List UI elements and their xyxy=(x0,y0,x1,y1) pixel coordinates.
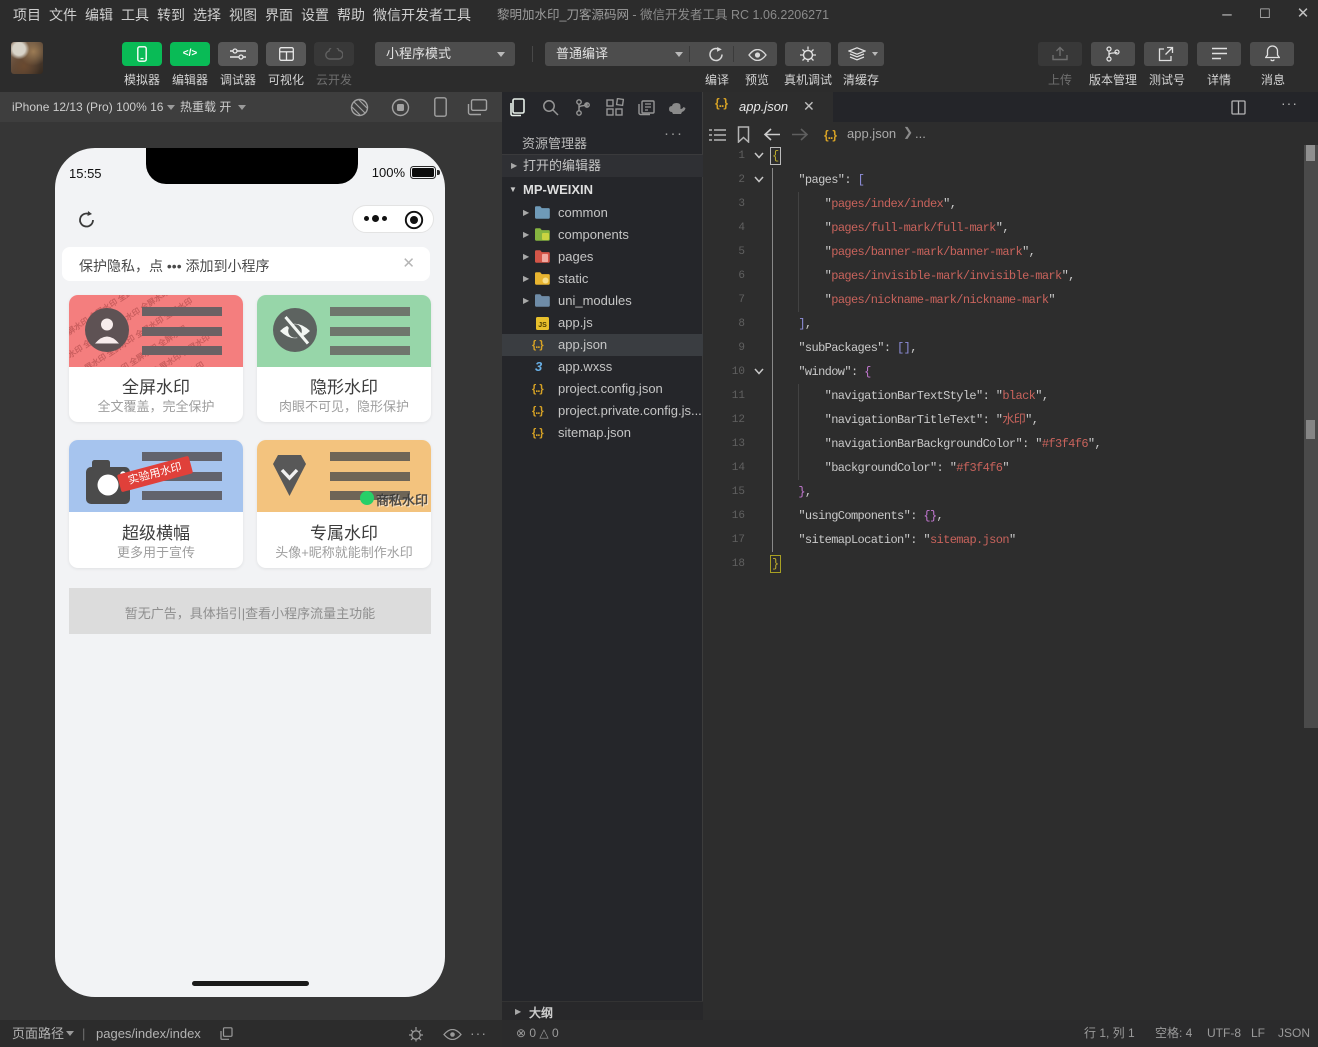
svg-text:JS: JS xyxy=(538,322,547,329)
